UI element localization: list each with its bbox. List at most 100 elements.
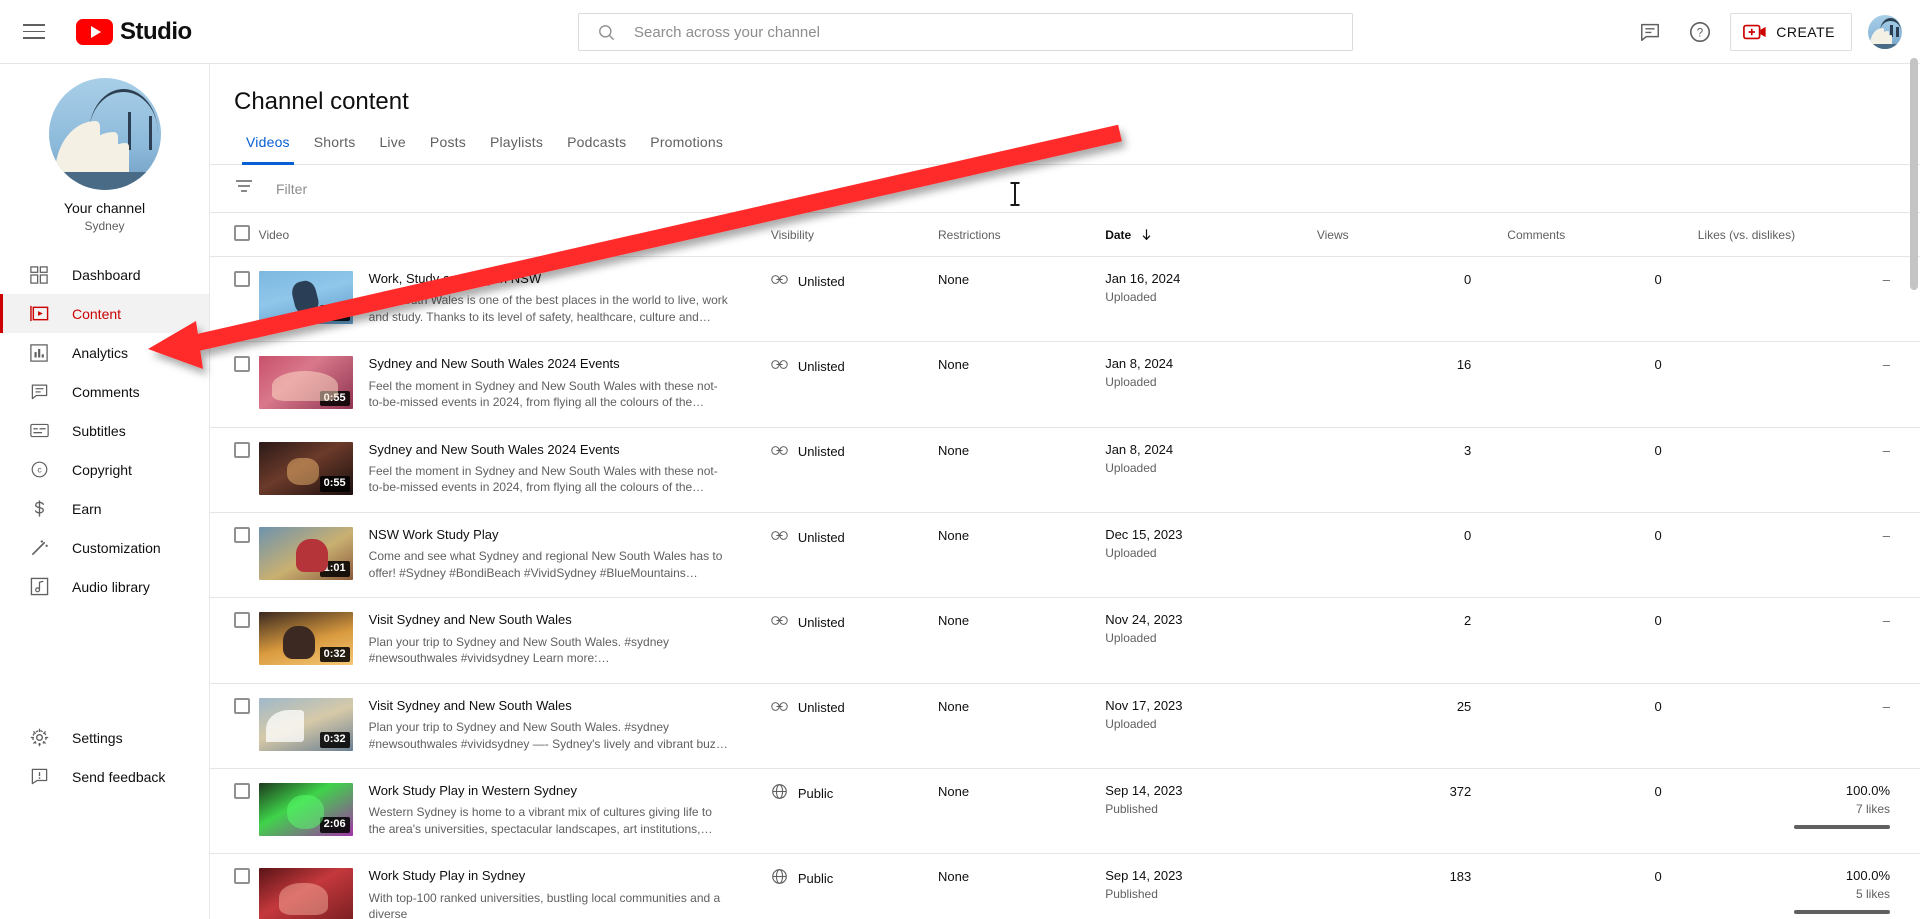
visibility-cell[interactable]: Unlisted bbox=[770, 256, 938, 343]
video-duration: 0:55 bbox=[319, 475, 350, 492]
sidebar-item-earn[interactable]: Earn bbox=[0, 489, 209, 528]
row-checkbox[interactable] bbox=[234, 783, 250, 800]
video-title[interactable]: Visit Sydney and New South Wales bbox=[369, 612, 729, 628]
tab-live[interactable]: Live bbox=[367, 134, 417, 164]
video-thumbnail[interactable]: 1:01 bbox=[258, 527, 353, 581]
tab-posts[interactable]: Posts bbox=[418, 134, 478, 164]
video-title[interactable]: Sydney and New South Wales 2024 Events bbox=[369, 356, 729, 372]
visibility-cell[interactable]: Unlisted bbox=[770, 683, 938, 770]
sidebar-item-customization[interactable]: Customization bbox=[0, 528, 209, 567]
row-checkbox[interactable] bbox=[234, 612, 250, 629]
video-title[interactable]: Visit Sydney and New South Wales bbox=[369, 698, 729, 714]
column-header-likes[interactable]: Likes (vs. dislikes) bbox=[1697, 213, 1920, 257]
video-thumbnail[interactable]: 0:55 bbox=[258, 441, 353, 495]
table-row[interactable]: 1:01 NSW Work Study Play Come and see what… bbox=[210, 512, 1920, 599]
sidebar-item-comments[interactable]: Comments bbox=[0, 372, 209, 411]
date-value: Sep 14, 2023 bbox=[1105, 783, 1183, 799]
content-tabs: Videos Shorts Live Posts Playlists Podca… bbox=[210, 134, 1920, 165]
tab-playlists[interactable]: Playlists bbox=[478, 134, 555, 164]
date-status: Uploaded bbox=[1105, 375, 1157, 390]
column-header-visibility[interactable]: Visibility bbox=[770, 213, 938, 257]
views-cell: 16 bbox=[1316, 341, 1508, 428]
likes-cell: – bbox=[1697, 341, 1920, 428]
create-button[interactable]: CREATE bbox=[1730, 13, 1852, 51]
row-select-cell bbox=[210, 512, 259, 599]
column-header-date[interactable]: Date bbox=[1105, 213, 1317, 257]
sidebar-nav: Dashboard Content Analytics Comments Sub… bbox=[0, 255, 209, 796]
audio-note-icon bbox=[28, 576, 50, 598]
tab-shorts[interactable]: Shorts bbox=[302, 134, 368, 164]
sidebar-item-label: Send feedback bbox=[72, 768, 166, 785]
video-title[interactable]: Work Study Play in Western Sydney bbox=[369, 783, 729, 799]
visibility-cell[interactable]: Unlisted bbox=[770, 427, 938, 514]
tab-videos[interactable]: Videos bbox=[234, 134, 302, 165]
video-thumbnail[interactable]: 2:06 bbox=[258, 783, 353, 837]
sidebar-item-audio-library[interactable]: Audio library bbox=[0, 567, 209, 606]
sidebar-item-settings[interactable]: Settings bbox=[0, 718, 209, 757]
hamburger-menu-icon[interactable] bbox=[10, 8, 58, 56]
row-checkbox[interactable] bbox=[234, 441, 250, 458]
column-header-comments[interactable]: Comments bbox=[1507, 213, 1698, 257]
tab-promotions[interactable]: Promotions bbox=[638, 134, 735, 164]
video-title[interactable]: Sydney and New South Wales 2024 Events bbox=[369, 442, 729, 458]
column-header-video[interactable]: Video bbox=[258, 213, 771, 257]
filter-bar[interactable]: Filter bbox=[210, 165, 1920, 213]
row-checkbox[interactable] bbox=[234, 868, 250, 885]
studio-logo[interactable]: Studio bbox=[76, 18, 192, 46]
search-box[interactable] bbox=[578, 13, 1353, 51]
tab-podcasts[interactable]: Podcasts bbox=[555, 134, 638, 164]
video-thumbnail[interactable]: 0:32 bbox=[258, 697, 353, 751]
row-select-cell bbox=[210, 427, 259, 514]
sidebar-item-copyright[interactable]: c Copyright bbox=[0, 450, 209, 489]
views-cell: 0 bbox=[1316, 256, 1508, 343]
feedback-icon[interactable] bbox=[1630, 12, 1670, 52]
video-title[interactable]: Work, Study and Play in NSW bbox=[369, 271, 729, 287]
page-scrollbar[interactable] bbox=[1910, 58, 1918, 290]
video-thumbnail[interactable]: 1:54 bbox=[258, 271, 353, 324]
visibility-cell[interactable]: Unlisted bbox=[770, 512, 938, 599]
visibility-cell[interactable]: Public bbox=[770, 853, 938, 919]
table-row[interactable]: 0:32 Visit Sydney and New South Wales Plan… bbox=[210, 683, 1920, 770]
table-row[interactable]: 0:55 Sydney and New South Wales 2024 Even… bbox=[210, 427, 1920, 514]
likes-cell: – bbox=[1697, 512, 1920, 599]
video-description: Feel the moment in Sydney and New South … bbox=[368, 378, 718, 410]
tab-label: Podcasts bbox=[567, 134, 627, 150]
column-header-views[interactable]: Views bbox=[1316, 213, 1508, 257]
channel-name: Sydney bbox=[84, 219, 125, 233]
channel-avatar[interactable] bbox=[48, 78, 161, 190]
video-thumbnail[interactable] bbox=[258, 868, 353, 919]
help-icon[interactable]: ? bbox=[1680, 12, 1720, 52]
table-row[interactable]: 0:55 Sydney and New South Wales 2024 Even… bbox=[210, 341, 1920, 428]
video-title[interactable]: Work Study Play in Sydney bbox=[369, 868, 729, 884]
sidebar-item-content[interactable]: Content bbox=[0, 294, 209, 333]
column-header-restrictions[interactable]: Restrictions bbox=[938, 213, 1106, 257]
visibility-cell[interactable]: Unlisted bbox=[770, 597, 938, 684]
table-row[interactable]: 1:54 Work, Study and Play in NSW New South… bbox=[210, 256, 1920, 343]
video-thumbnail[interactable]: 0:32 bbox=[258, 612, 353, 666]
sidebar-item-dashboard[interactable]: Dashboard bbox=[0, 255, 209, 294]
likes-cell: – bbox=[1697, 683, 1920, 770]
sidebar-item-send-feedback[interactable]: Send feedback bbox=[0, 757, 209, 796]
visibility-cell[interactable]: Public bbox=[770, 768, 938, 855]
row-checkbox[interactable] bbox=[234, 271, 250, 287]
filter-input[interactable]: Filter bbox=[276, 181, 307, 197]
video-title[interactable]: NSW Work Study Play bbox=[369, 527, 729, 543]
analytics-icon bbox=[28, 342, 50, 364]
row-checkbox[interactable] bbox=[234, 527, 250, 544]
row-checkbox[interactable] bbox=[234, 356, 250, 373]
views-value: 372 bbox=[1449, 784, 1472, 800]
table-row[interactable]: 0:32 Visit Sydney and New South Wales Plan… bbox=[210, 597, 1920, 684]
sidebar-item-subtitles[interactable]: Subtitles bbox=[0, 411, 209, 450]
search-input[interactable] bbox=[634, 23, 1352, 41]
video-thumbnail[interactable]: 0:55 bbox=[258, 356, 353, 410]
visibility-cell[interactable]: Unlisted bbox=[770, 341, 938, 428]
select-all-checkbox[interactable] bbox=[234, 225, 250, 241]
row-checkbox[interactable] bbox=[234, 697, 250, 714]
table-row[interactable]: 2:06 Work Study Play in Western Sydney Wes… bbox=[210, 768, 1920, 855]
sidebar-item-analytics[interactable]: Analytics bbox=[0, 333, 209, 372]
filter-icon[interactable] bbox=[234, 176, 254, 201]
avatar[interactable] bbox=[1868, 15, 1902, 49]
table-row[interactable]: Work Study Play in Sydney With top-100 ra… bbox=[210, 853, 1920, 919]
visibility-label: Public bbox=[797, 785, 834, 801]
sidebar-item-label: Audio library bbox=[72, 578, 150, 595]
